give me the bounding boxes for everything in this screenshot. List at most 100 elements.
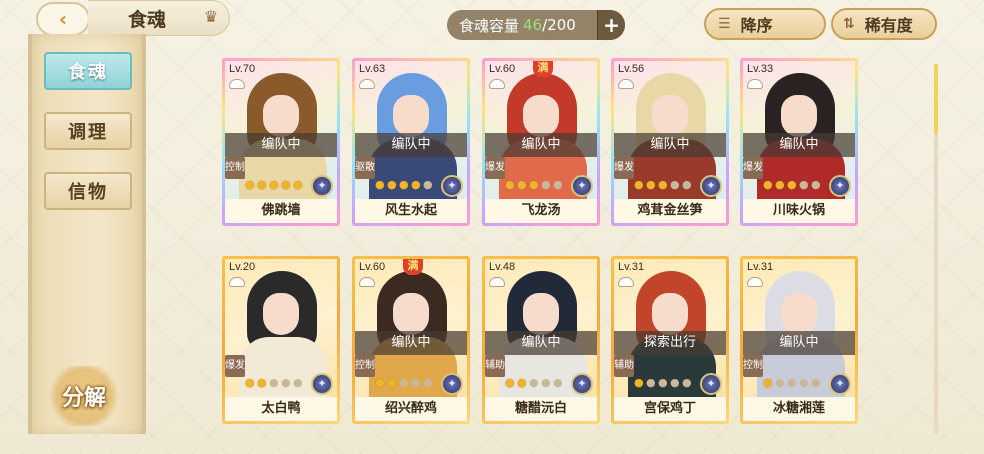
decompose-button[interactable]: 分解 xyxy=(46,366,122,426)
star-icon: ● xyxy=(682,178,692,191)
back-arrow-icon: ‹ xyxy=(58,7,68,31)
star-icon: ● xyxy=(387,376,397,389)
sort-order-icon: ☰ xyxy=(718,16,731,32)
element-icon: ✦ xyxy=(829,373,851,395)
star-icon: ● xyxy=(257,376,267,389)
crown-icon[interactable]: ♛ xyxy=(200,6,222,28)
card-body: Lv.63 编队中 驱散 ● ● ● ● ● ✦ 风生水起 xyxy=(355,61,467,223)
chef-hat-icon xyxy=(618,79,634,89)
star-icon: ● xyxy=(634,178,644,191)
star-icon: ● xyxy=(670,178,680,191)
character-card[interactable]: Lv.56 编队中 爆发 ● ● ● ● ● ✦ 鸡茸金丝笋 xyxy=(611,58,729,226)
card-body: Lv.20 爆发 ● ● ● ● ● ✦ 太白鸭 xyxy=(225,259,337,421)
tab-tokens[interactable]: 信物 xyxy=(44,172,132,210)
plus-icon: + xyxy=(603,13,620,37)
max-badge: 满 xyxy=(533,61,553,77)
level-label: Lv.31 xyxy=(618,261,645,273)
role-label: 爆发 xyxy=(225,360,245,371)
element-icon: ✦ xyxy=(571,175,593,197)
character-name: 佛跳墙 xyxy=(225,199,337,223)
character-name: 鸡茸金丝笋 xyxy=(614,199,726,223)
sort-rarity-button[interactable]: ⇅ 稀有度 xyxy=(831,8,937,40)
element-icon: ✦ xyxy=(571,373,593,395)
character-card[interactable]: Lv.31 探索出行 辅助 ● ● ● ● ● ✦ 宫保鸡丁 xyxy=(611,256,729,424)
character-name: 糖醋沅白 xyxy=(485,397,597,421)
character-card[interactable]: Lv.48 编队中 辅助 ● ● ● ● ● ✦ 糖醋沅白 xyxy=(482,256,600,424)
star-rating: ● ● ● ● ● xyxy=(763,377,822,389)
portrait-face xyxy=(652,293,688,335)
character-name: 风生水起 xyxy=(355,199,467,223)
portrait-face xyxy=(523,95,559,137)
role-label: 控制 xyxy=(225,162,245,173)
card-body: Lv.31 编队中 控制 ● ● ● ● ● ✦ 冰糖湘莲 xyxy=(743,259,855,421)
character-card[interactable]: Lv.63 编队中 驱散 ● ● ● ● ● ✦ 风生水起 xyxy=(352,58,470,226)
star-icon: ● xyxy=(799,178,809,191)
star-icon: ● xyxy=(670,376,680,389)
status-label: 编队中 xyxy=(355,331,467,355)
star-icon: ● xyxy=(517,376,527,389)
star-icon: ● xyxy=(775,178,785,191)
star-icon: ● xyxy=(269,376,279,389)
star-icon: ● xyxy=(505,376,515,389)
character-name: 飞龙汤 xyxy=(485,199,597,223)
character-card[interactable]: Lv.20 爆发 ● ● ● ● ● ✦ 太白鸭 xyxy=(222,256,340,424)
star-icon: ● xyxy=(553,376,563,389)
role-label: 控制 xyxy=(743,360,763,371)
character-card[interactable]: Lv.33 编队中 爆发 ● ● ● ● ● ✦ 川味火锅 xyxy=(740,58,858,226)
tab-recipe[interactable]: 调理 xyxy=(44,112,132,150)
star-icon: ● xyxy=(281,178,291,191)
character-card[interactable]: Lv.60 满编队中 爆发 ● ● ● ● ● ✦ 飞龙汤 xyxy=(482,58,600,226)
portrait-face xyxy=(263,95,299,137)
star-icon: ● xyxy=(411,178,421,191)
star-icon: ● xyxy=(387,178,397,191)
chef-hat-icon xyxy=(359,79,375,89)
star-icon: ● xyxy=(811,178,821,191)
role-tag: 爆发 xyxy=(225,355,245,377)
role-label: 爆发 xyxy=(485,162,505,173)
card-body: Lv.60 满编队中 爆发 ● ● ● ● ● ✦ 飞龙汤 xyxy=(485,61,597,223)
star-rating: ● ● ● ● ● xyxy=(375,377,434,389)
chef-hat-icon xyxy=(747,79,763,89)
star-icon: ● xyxy=(375,178,385,191)
card-body: Lv.33 编队中 爆发 ● ● ● ● ● ✦ 川味火锅 xyxy=(743,61,855,223)
level-label: Lv.70 xyxy=(229,63,256,75)
star-rating: ● ● ● ● ● xyxy=(245,179,304,191)
star-icon: ● xyxy=(763,178,773,191)
chef-hat-icon xyxy=(489,79,505,89)
star-icon: ● xyxy=(646,376,656,389)
element-icon: ✦ xyxy=(829,175,851,197)
sort-order-button[interactable]: ☰ 降序 xyxy=(704,8,826,40)
back-button[interactable]: ‹ xyxy=(36,2,90,36)
level-label: Lv.31 xyxy=(747,261,774,273)
level-label: Lv.33 xyxy=(747,63,774,75)
tab-food-soul[interactable]: 食魂 xyxy=(44,52,132,90)
level-label: Lv.20 xyxy=(229,261,256,273)
level-label: Lv.60 xyxy=(359,261,386,273)
star-icon: ● xyxy=(634,376,644,389)
star-icon: ● xyxy=(811,376,821,389)
level-label: Lv.48 xyxy=(489,261,516,273)
star-rating: ● ● ● ● ● xyxy=(634,179,693,191)
star-icon: ● xyxy=(646,178,656,191)
star-icon: ● xyxy=(245,376,255,389)
character-card[interactable]: Lv.31 编队中 控制 ● ● ● ● ● ✦ 冰糖湘莲 xyxy=(740,256,858,424)
star-icon: ● xyxy=(763,376,773,389)
star-icon: ● xyxy=(682,376,692,389)
character-card[interactable]: Lv.60 满编队中 控制 ● ● ● ● ● ✦ 绍兴醉鸡 xyxy=(352,256,470,424)
element-icon: ✦ xyxy=(441,175,463,197)
sort-order-label: 降序 xyxy=(740,16,773,35)
portrait-face xyxy=(393,293,429,335)
star-icon: ● xyxy=(399,178,409,191)
role-tag: 爆发 xyxy=(614,157,634,179)
status-label: 编队中 xyxy=(355,133,467,157)
chef-hat-icon xyxy=(229,277,245,287)
level-label: Lv.60 xyxy=(489,63,516,75)
level-label: Lv.56 xyxy=(618,63,645,75)
element-icon: ✦ xyxy=(700,373,722,395)
star-rating: ● ● ● ● ● xyxy=(634,377,693,389)
sort-rarity-label: 稀有度 xyxy=(864,16,913,35)
character-card[interactable]: Lv.70 编队中 控制 ● ● ● ● ● ✦ 佛跳墙 xyxy=(222,58,340,226)
star-icon: ● xyxy=(541,178,551,191)
role-tag: 控制 xyxy=(225,157,245,179)
scrollbar-thumb[interactable] xyxy=(934,64,938,134)
